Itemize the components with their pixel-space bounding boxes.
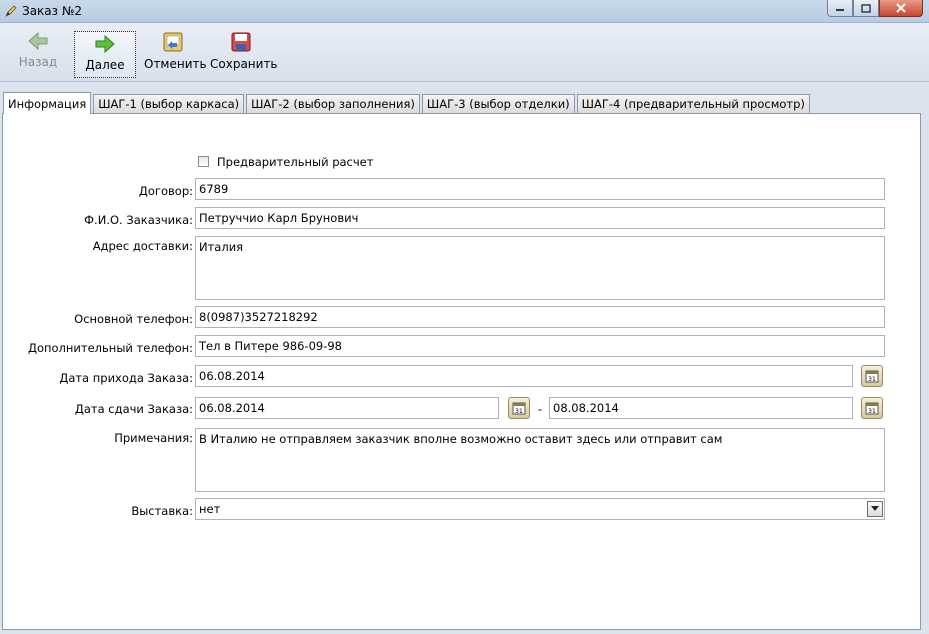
cancel-icon: [163, 32, 183, 52]
next-label: Далее: [85, 58, 125, 72]
arrow-left-icon: [28, 31, 48, 51]
contract-field[interactable]: 6789: [195, 178, 885, 200]
notes-label: Примечания:: [114, 431, 193, 445]
chevron-down-icon: [871, 506, 879, 511]
exhibit-label: Выставка:: [131, 504, 193, 518]
customer-field[interactable]: Петруччио Карл Брунович: [195, 207, 885, 229]
arrival-label: Дата прихода Заказа:: [59, 371, 193, 385]
customer-label: Ф.И.О. Заказчика:: [84, 213, 193, 227]
tab-step-3[interactable]: ШАГ-3 (выбор отделки): [421, 94, 575, 113]
notes-field[interactable]: В Италию не отправляем заказчик вполне в…: [195, 428, 885, 492]
address-field[interactable]: Италия: [195, 236, 885, 300]
preliminary-checkbox[interactable]: [198, 156, 209, 167]
calendar-icon: 31: [865, 402, 879, 415]
tab-step-1[interactable]: ШАГ-1 (выбор каркаса): [93, 94, 245, 113]
svg-text:31: 31: [515, 408, 523, 415]
window-title: Заказ №2: [22, 4, 82, 18]
close-button[interactable]: [879, 0, 923, 17]
toolbar: Назад Далее Отменить Сохранить: [0, 23, 929, 82]
close-icon: [896, 3, 906, 13]
floppy-disk-icon: [231, 32, 251, 52]
address-label: Адрес доставки:: [92, 239, 193, 253]
calendar-icon: 31: [512, 402, 526, 415]
due-to-field[interactable]: 08.08.2014: [549, 397, 853, 419]
preliminary-label: Предварительный расчет: [217, 155, 374, 169]
due-label: Дата сдачи Заказа:: [74, 402, 193, 416]
back-label: Назад: [18, 55, 58, 69]
app-pen-icon: [5, 5, 17, 17]
minimize-button[interactable]: [827, 0, 853, 17]
phone-field[interactable]: 8(0987)3527218292: [195, 306, 885, 328]
tab-information[interactable]: Информация: [3, 92, 92, 114]
due-separator: -: [538, 402, 543, 416]
back-button[interactable]: Назад: [18, 31, 58, 76]
phone-label: Основной телефон:: [74, 312, 193, 326]
tab-step-4[interactable]: ШАГ-4 (предварительный просмотр): [576, 94, 810, 113]
svg-text:31: 31: [868, 408, 876, 415]
maximize-button[interactable]: [853, 0, 879, 17]
next-button[interactable]: Далее: [74, 31, 136, 78]
info-panel: Предварительный расчет Договор: 6789 Ф.И…: [2, 113, 921, 630]
contract-label: Договор:: [138, 184, 193, 198]
phone2-label: Дополнительный телефон:: [27, 341, 193, 355]
due-from-calendar-button[interactable]: 31: [508, 397, 530, 419]
maximize-icon: [861, 3, 871, 13]
arrival-date-field[interactable]: 06.08.2014: [195, 365, 853, 387]
svg-text:31: 31: [868, 376, 876, 383]
save-button[interactable]: Сохранить: [210, 31, 278, 76]
phone2-field[interactable]: Тел в Питере 986-09-98: [195, 335, 885, 357]
cancel-label: Отменить: [144, 57, 207, 71]
exhibit-dropdown-button[interactable]: [867, 501, 883, 517]
calendar-icon: 31: [865, 370, 879, 383]
minimize-icon: [836, 9, 844, 11]
title-bar: Заказ №2: [0, 0, 929, 23]
due-to-calendar-button[interactable]: 31: [861, 397, 883, 419]
arrival-calendar-button[interactable]: 31: [861, 365, 883, 387]
save-label: Сохранить: [210, 57, 278, 71]
exhibit-select[interactable]: нет: [195, 498, 885, 520]
arrow-right-icon: [95, 34, 115, 54]
tab-step-2[interactable]: ШАГ-2 (выбор заполнения): [246, 94, 420, 113]
tab-strip: Информация ШАГ-1 (выбор каркаса) ШАГ-2 (…: [3, 91, 812, 114]
due-from-field[interactable]: 06.08.2014: [195, 397, 499, 419]
cancel-button[interactable]: Отменить: [144, 31, 207, 76]
